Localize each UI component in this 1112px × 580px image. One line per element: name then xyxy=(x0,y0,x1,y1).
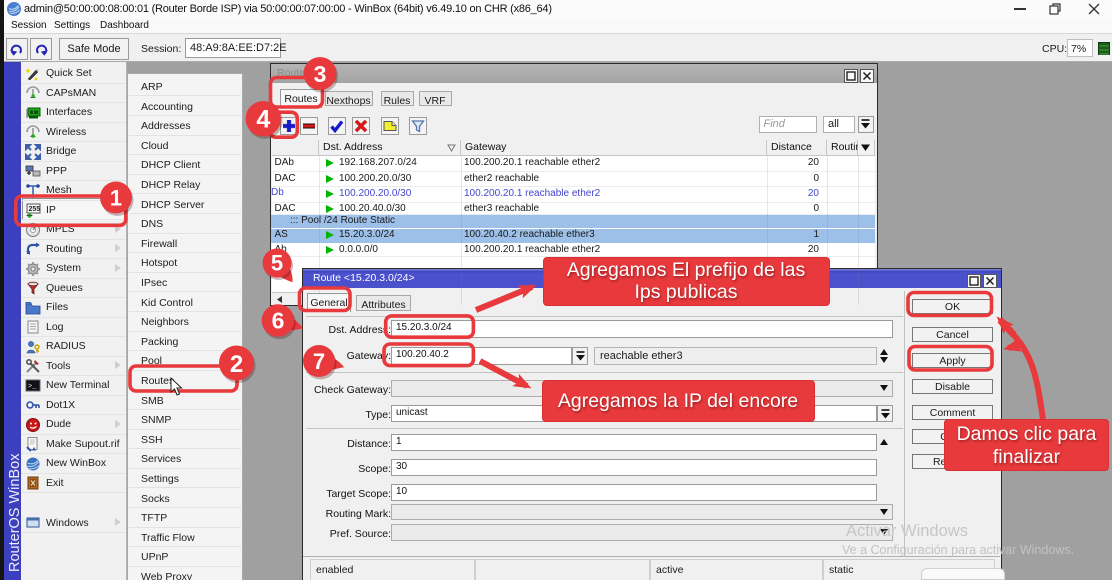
svg-text:7: 7 xyxy=(313,349,325,374)
svg-text:2: 2 xyxy=(230,351,243,378)
svg-text:4: 4 xyxy=(256,106,270,134)
svg-text:1: 1 xyxy=(110,186,122,211)
svg-text:6: 6 xyxy=(272,308,285,334)
svg-text:5: 5 xyxy=(271,250,283,275)
svg-text:3: 3 xyxy=(314,61,327,87)
